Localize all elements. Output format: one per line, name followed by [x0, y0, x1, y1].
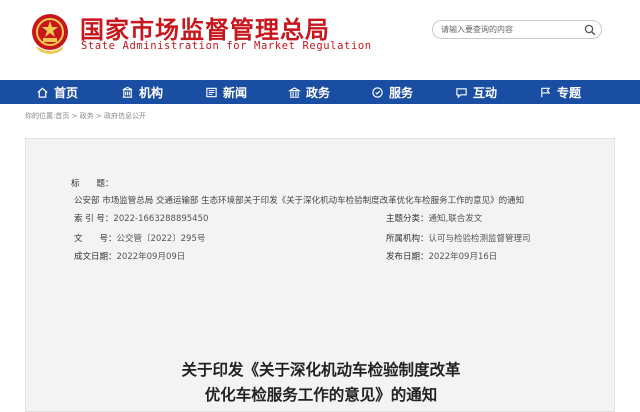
document-title-line: 关于印发《关于深化机动车检验制度改革 [181, 360, 461, 379]
chat-icon [456, 87, 467, 98]
meta-docno-row: 文 号：公交管〔2022〕295号 [74, 233, 205, 245]
newspaper-icon [206, 87, 217, 97]
meta-org-row: 所属机构：认可与检验检测监督管理司 [386, 233, 531, 245]
building-icon [122, 86, 133, 98]
site-subtitle: State Administration for Market Regulati… [81, 40, 372, 52]
meta-created-value: 2022年09月09日 [116, 252, 186, 262]
document-title: 关于印发《关于深化机动车检验制度改革 优化车检服务工作的意见》的通知 [26, 357, 616, 407]
nav-item-interaction[interactable]: 互动 [455, 80, 497, 104]
nav-item-home[interactable]: 首页 [36, 80, 78, 104]
flag-icon [541, 87, 551, 97]
document-title-line: 优化车检服务工作的意见》的通知 [204, 385, 438, 404]
meta-published-value: 2022年09月16日 [428, 252, 498, 262]
nav-item-service[interactable]: 服务 [371, 80, 413, 104]
meta-label: 成文日期： [74, 252, 117, 262]
nav-item-label: 机构 [139, 85, 164, 100]
meta-docno-value: 公交管〔2022〕295号 [116, 234, 206, 244]
service-icon [372, 86, 383, 98]
nav-item-institution[interactable]: 机构 [121, 80, 163, 104]
nav-item-topics[interactable]: 专题 [539, 80, 581, 104]
meta-title-value: 公安部 市场监管总局 交通运输部 生态环境部关于印发《关于深化机动车检验制度改革… [74, 196, 525, 206]
site-header: 国家市场监督管理总局 State Administration for Mark… [0, 0, 640, 80]
meta-title-label-row: 标 题： [71, 178, 114, 190]
government-icon [288, 86, 301, 98]
search-box [432, 20, 602, 39]
meta-created-row: 成文日期：2022年09月09日 [74, 251, 185, 263]
meta-org-value: 认可与检验检测监督管理司 [428, 234, 531, 244]
meta-category-value: 通知,联合发文 [428, 214, 483, 224]
main-nav: 首页 机构 新闻 政务 服务 互动 专题 [0, 80, 640, 104]
nav-item-label: 政务 [306, 85, 331, 100]
meta-index-row: 索 引 号：2022-1663288895450 [74, 213, 208, 225]
nav-item-government[interactable]: 政务 [288, 80, 330, 104]
meta-label: 标 题： [71, 179, 114, 189]
home-icon [37, 87, 48, 98]
nav-item-label: 专题 [557, 85, 582, 100]
nav-item-news[interactable]: 新闻 [205, 80, 247, 104]
meta-index-value: 2022-1663288895450 [113, 214, 209, 224]
nav-item-label: 互动 [473, 85, 498, 100]
search-icon[interactable] [584, 24, 596, 36]
meta-label: 发布日期： [386, 252, 429, 262]
content-panel: 标 题： 公安部 市场监管总局 交通运输部 生态环境部关于印发《关于深化机动车检… [25, 138, 615, 412]
national-emblem-icon [32, 14, 68, 54]
meta-label: 主题分类： [386, 214, 429, 224]
search-input[interactable] [441, 21, 581, 38]
meta-label: 文 号： [74, 234, 117, 244]
nav-item-label: 新闻 [223, 85, 248, 100]
meta-title-value-row: 公安部 市场监管总局 交通运输部 生态环境部关于印发《关于深化机动车检验制度改革… [74, 195, 524, 207]
meta-label: 索 引 号： [74, 214, 114, 224]
nav-item-label: 服务 [389, 85, 414, 100]
nav-item-label: 首页 [54, 85, 79, 100]
meta-label: 所属机构： [386, 234, 429, 244]
meta-category-row: 主题分类：通知,联合发文 [386, 213, 482, 225]
breadcrumb[interactable]: 你的位置:首页 > 政务 > 政府信息公开 [25, 111, 146, 121]
meta-published-row: 发布日期：2022年09月16日 [386, 251, 497, 263]
